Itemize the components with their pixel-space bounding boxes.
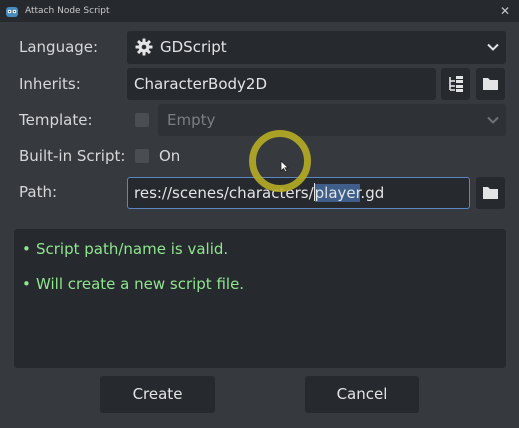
- template-checkbox[interactable]: [135, 113, 149, 127]
- builtin-script-checkbox[interactable]: [135, 149, 149, 163]
- language-label: Language:: [19, 38, 99, 56]
- window-title: Attach Node Script: [25, 6, 110, 16]
- template-label: Template:: [19, 111, 93, 129]
- chevron-down-icon: [487, 116, 499, 124]
- godot-logo-icon: [6, 7, 18, 17]
- message-bullet: •: [22, 275, 31, 293]
- language-value: GDScript: [160, 38, 227, 56]
- create-button[interactable]: Create: [100, 376, 215, 413]
- message-text: Script path/name is valid.: [36, 240, 229, 258]
- class-tree-button[interactable]: [441, 68, 470, 100]
- inherits-input[interactable]: CharacterBody2D: [127, 68, 436, 100]
- builtin-script-label: Built-in Script:: [19, 147, 126, 165]
- path-selection: player: [314, 184, 361, 202]
- inherits-browse-button[interactable]: [476, 68, 505, 100]
- title-bar[interactable]: Attach Node Script ✕: [0, 0, 519, 22]
- attach-node-script-dialog: Attach Node Script ✕ Language: GDScript …: [0, 0, 519, 428]
- cancel-button[interactable]: Cancel: [305, 376, 419, 413]
- validation-message: • Script path/name is valid.: [22, 239, 228, 259]
- chevron-down-icon: [487, 43, 499, 51]
- builtin-script-option[interactable]: On: [159, 146, 180, 166]
- template-value: Empty: [167, 111, 216, 129]
- close-button[interactable]: ✕: [497, 3, 513, 19]
- validation-message: • Will create a new script file.: [22, 274, 244, 294]
- path-label: Path:: [19, 183, 58, 201]
- folder-icon: [483, 78, 498, 90]
- path-browse-button[interactable]: [476, 177, 505, 209]
- inherits-value: CharacterBody2D: [134, 75, 268, 93]
- language-select[interactable]: GDScript: [127, 31, 506, 64]
- template-select[interactable]: Empty: [158, 104, 506, 136]
- folder-icon: [483, 187, 498, 199]
- mouse-pointer-icon: [280, 160, 289, 173]
- class-tree-icon: [449, 76, 463, 92]
- gear-icon: [135, 38, 153, 56]
- inherits-label: Inherits:: [19, 75, 81, 93]
- validation-messages-panel: • Script path/name is valid. • Will create…: [14, 229, 506, 368]
- path-extension: .gd: [360, 184, 385, 202]
- message-bullet: •: [22, 240, 31, 258]
- message-text: Will create a new script file.: [36, 275, 245, 293]
